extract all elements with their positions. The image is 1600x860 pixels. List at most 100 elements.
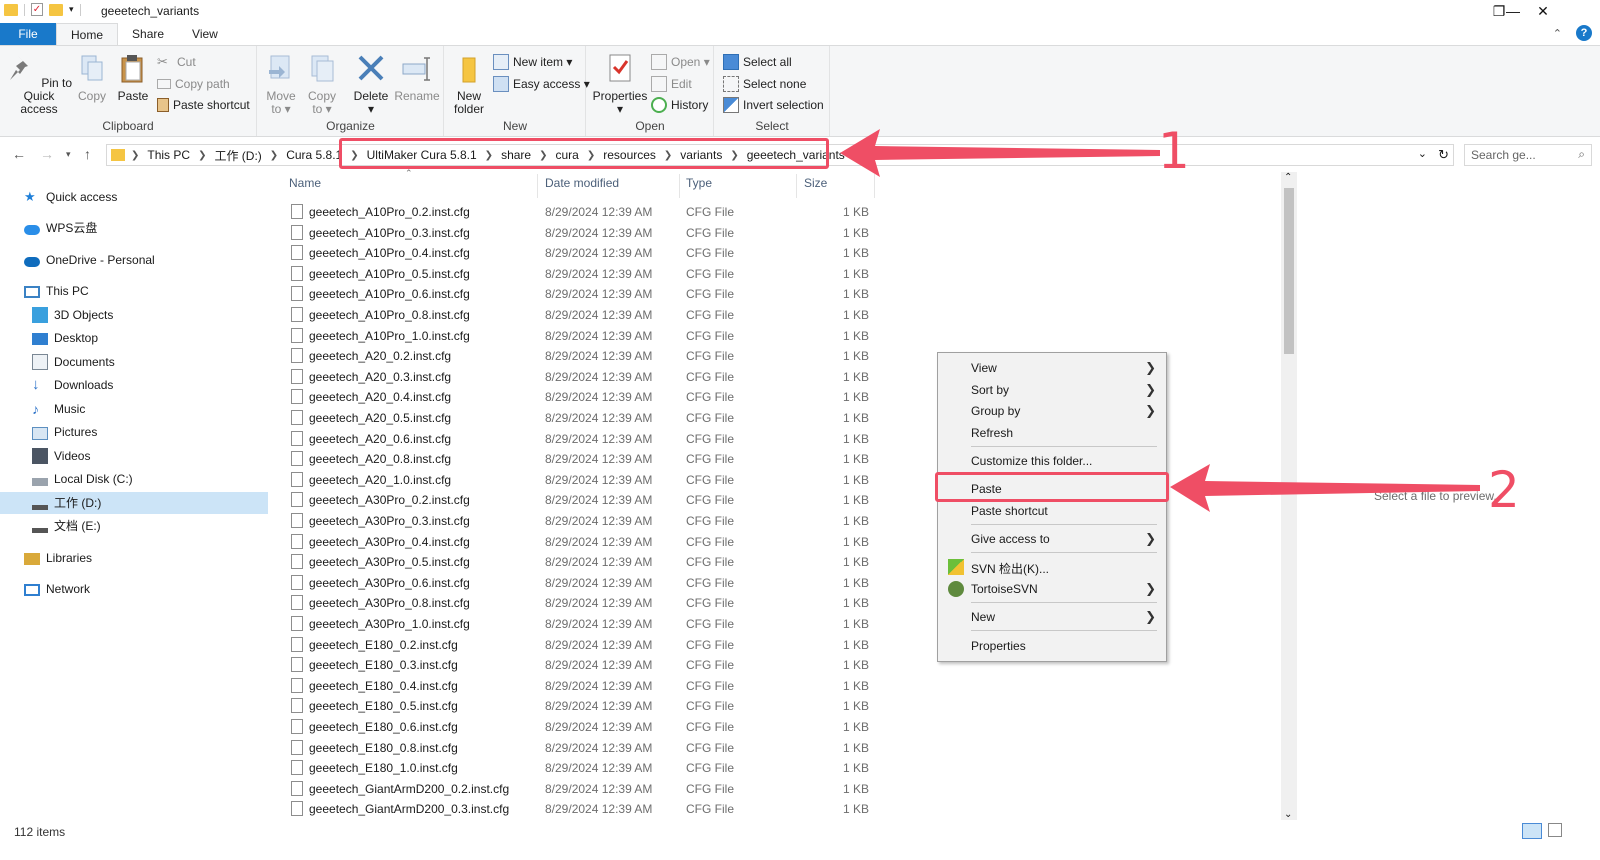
menu-item-sort-by[interactable]: Sort by ❯: [938, 379, 1166, 401]
menu-item-refresh[interactable]: Refresh: [938, 422, 1166, 444]
crumb-drive-d[interactable]: 工作 (D:): [208, 147, 267, 164]
file-row[interactable]: geeetech_A30Pro_0.4.inst.cfg 8/29/2024 12…: [287, 532, 877, 552]
restore-button[interactable]: ❐: [1476, 0, 1522, 22]
menu-item-view[interactable]: View ❯: [938, 357, 1166, 379]
open-button[interactable]: Open ▾: [651, 52, 710, 72]
sidebar-item-local-disk-c[interactable]: Local Disk (C:): [32, 468, 133, 490]
file-row[interactable]: geeetech_A30Pro_0.6.inst.cfg 8/29/2024 12…: [287, 573, 877, 593]
copy-to-button[interactable]: Copy to ▾: [305, 52, 339, 116]
sidebar-item-quick-access[interactable]: ★ Quick access: [24, 186, 117, 208]
tab-view[interactable]: View: [178, 23, 232, 45]
menu-item-svn-checkout[interactable]: SVN 检出(K)...: [938, 556, 1166, 578]
file-row[interactable]: geeetech_E180_0.3.inst.cfg 8/29/2024 12:3…: [287, 655, 877, 675]
help-icon[interactable]: ?: [1576, 25, 1592, 41]
forward-arrow-icon[interactable]: →: [40, 146, 54, 162]
tab-share[interactable]: Share: [118, 23, 178, 45]
sidebar-item-videos[interactable]: Videos: [32, 445, 90, 467]
file-row[interactable]: geeetech_A30Pro_0.3.inst.cfg 8/29/2024 12…: [287, 511, 877, 531]
file-row[interactable]: geeetech_E180_0.5.inst.cfg 8/29/2024 12:3…: [287, 696, 877, 716]
menu-item-give-access[interactable]: Give access to ❯: [938, 528, 1166, 550]
sidebar-item-documents[interactable]: Documents: [32, 351, 115, 373]
menu-item-new[interactable]: New ❯: [938, 606, 1166, 628]
rename-button[interactable]: Rename: [394, 52, 440, 103]
edit-button[interactable]: Edit: [651, 74, 692, 94]
file-row[interactable]: geeetech_GiantArmD200_0.2.inst.cfg 8/29/2…: [287, 779, 877, 799]
address-dropdown-icon[interactable]: ⌄: [1418, 147, 1427, 160]
cut-button[interactable]: ✂ Cut: [157, 52, 196, 72]
move-to-button[interactable]: Move to ▾: [264, 52, 298, 116]
tab-home[interactable]: Home: [56, 23, 119, 45]
recent-locations-icon[interactable]: ▾: [66, 149, 71, 160]
file-row[interactable]: geeetech_A10Pro_0.4.inst.cfg 8/29/2024 12…: [287, 243, 877, 263]
paste-shortcut-button[interactable]: Paste shortcut: [157, 95, 250, 115]
refresh-icon[interactable]: ↻: [1438, 147, 1449, 163]
properties-check-icon[interactable]: ✓: [31, 3, 43, 16]
file-row[interactable]: geeetech_E180_1.0.inst.cfg 8/29/2024 12:3…: [287, 758, 877, 778]
menu-item-customize-folder[interactable]: Customize this folder...: [938, 450, 1166, 472]
delete-button[interactable]: Delete ▾: [352, 52, 390, 116]
up-arrow-icon[interactable]: ↑: [84, 146, 91, 162]
new-item-button[interactable]: New item ▾: [493, 52, 572, 72]
menu-item-properties[interactable]: Properties: [938, 635, 1166, 657]
sidebar-item-music[interactable]: ♪ Music: [32, 398, 85, 420]
select-none-button[interactable]: Select none: [723, 74, 806, 94]
large-icons-view-icon[interactable]: [1548, 823, 1562, 837]
sidebar-item-libraries[interactable]: Libraries: [24, 547, 92, 569]
file-row[interactable]: geeetech_A30Pro_1.0.inst.cfg 8/29/2024 12…: [287, 614, 877, 634]
scrollbar-thumb[interactable]: [1284, 188, 1294, 354]
new-folder-button[interactable]: New folder: [451, 52, 487, 116]
file-row[interactable]: geeetech_A20_0.6.inst.cfg 8/29/2024 12:39…: [287, 429, 877, 449]
menu-item-tortoisesvn[interactable]: TortoiseSVN ❯: [938, 578, 1166, 600]
column-header-date[interactable]: Date modified: [545, 176, 619, 196]
file-row[interactable]: geeetech_E180_0.4.inst.cfg 8/29/2024 12:3…: [287, 676, 877, 696]
chevron-right-icon[interactable]: ❯: [129, 150, 141, 161]
column-divider[interactable]: [796, 174, 797, 198]
column-header-type[interactable]: Type: [686, 176, 712, 196]
customize-qa-icon[interactable]: ▾: [69, 4, 74, 15]
file-row[interactable]: geeetech_A10Pro_0.5.inst.cfg 8/29/2024 12…: [287, 264, 877, 284]
file-row[interactable]: geeetech_A10Pro_0.2.inst.cfg 8/29/2024 12…: [287, 202, 877, 222]
easy-access-button[interactable]: Easy access ▾: [493, 74, 590, 94]
column-divider[interactable]: [679, 174, 680, 198]
file-row[interactable]: geeetech_A30Pro_0.5.inst.cfg 8/29/2024 12…: [287, 552, 877, 572]
file-row[interactable]: geeetech_A30Pro_0.8.inst.cfg 8/29/2024 12…: [287, 593, 877, 613]
file-row[interactable]: geeetech_A20_0.5.inst.cfg 8/29/2024 12:39…: [287, 408, 877, 428]
scroll-up-icon[interactable]: ⌃: [1284, 172, 1292, 183]
file-row[interactable]: geeetech_A10Pro_0.3.inst.cfg 8/29/2024 12…: [287, 223, 877, 243]
search-input[interactable]: Search ge... ⌕: [1464, 144, 1592, 166]
new-folder-icon[interactable]: [49, 3, 63, 16]
collapse-ribbon-icon[interactable]: ⌃: [1553, 27, 1562, 40]
column-divider[interactable]: [874, 174, 875, 198]
file-row[interactable]: geeetech_A20_0.2.inst.cfg 8/29/2024 12:39…: [287, 346, 877, 366]
sidebar-item-onedrive[interactable]: OneDrive - Personal: [24, 249, 155, 271]
sidebar-item-network[interactable]: Network: [24, 578, 90, 600]
select-all-button[interactable]: Select all: [723, 52, 792, 72]
menu-item-group-by[interactable]: Group by ❯: [938, 400, 1166, 422]
vertical-scrollbar[interactable]: ⌃ ⌄: [1281, 172, 1297, 820]
scroll-down-icon[interactable]: ⌄: [1284, 809, 1292, 820]
pin-quick-access-button[interactable]: Pin to Quick access: [4, 52, 74, 116]
file-row[interactable]: geeetech_E180_0.8.inst.cfg 8/29/2024 12:3…: [287, 738, 877, 758]
column-header-name[interactable]: Name: [289, 176, 321, 196]
chevron-right-icon[interactable]: ❯: [268, 150, 280, 161]
file-row[interactable]: geeetech_A10Pro_0.8.inst.cfg 8/29/2024 12…: [287, 305, 877, 325]
sidebar-item-wps-cloud[interactable]: WPS云盘: [24, 217, 97, 239]
sidebar-item-drive-d[interactable]: 工作 (D:): [0, 492, 268, 514]
column-divider[interactable]: [537, 174, 538, 198]
sidebar-item-this-pc[interactable]: This PC: [24, 280, 89, 302]
file-row[interactable]: geeetech_E180_0.2.inst.cfg 8/29/2024 12:3…: [287, 635, 877, 655]
tab-file[interactable]: File: [0, 23, 56, 45]
file-row[interactable]: geeetech_A30Pro_0.2.inst.cfg 8/29/2024 12…: [287, 490, 877, 510]
sidebar-item-drive-e[interactable]: 文档 (E:): [32, 515, 101, 537]
details-view-icon[interactable]: [1522, 823, 1542, 839]
file-row[interactable]: geeetech_E180_0.6.inst.cfg 8/29/2024 12:3…: [287, 717, 877, 737]
copy-path-button[interactable]: Copy path: [157, 74, 230, 94]
sidebar-item-3d-objects[interactable]: 3D Objects: [32, 304, 113, 326]
close-button[interactable]: ✕: [1520, 0, 1566, 22]
menu-item-paste-shortcut[interactable]: Paste shortcut: [938, 500, 1166, 522]
sidebar-item-pictures[interactable]: Pictures: [32, 421, 97, 443]
column-header-size[interactable]: Size: [804, 176, 827, 196]
paste-button[interactable]: Paste: [116, 52, 150, 103]
file-row[interactable]: geeetech_GiantArmD200_0.3.inst.cfg 8/29/2…: [287, 799, 877, 819]
file-row[interactable]: geeetech_A10Pro_1.0.inst.cfg 8/29/2024 12…: [287, 326, 877, 346]
